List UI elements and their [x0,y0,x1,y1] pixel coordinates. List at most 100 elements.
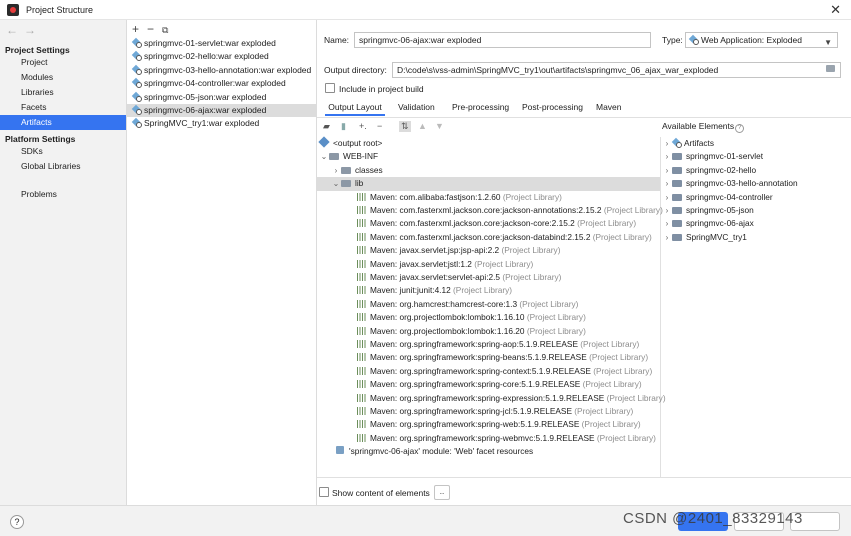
library-row[interactable]: Maven: javax.servlet.jsp:jsp-api:2.2 (Pr… [317,244,660,257]
tree-output-root[interactable]: <output root> [317,136,660,150]
tab-post-processing[interactable]: Post-processing [522,98,583,116]
tree-label: 'springmvc-06-ajax' module: 'Web' facet … [349,446,534,457]
available-element-label: springmvc-04-controller [686,191,773,202]
library-row[interactable]: Maven: org.springframework:spring-aop:5.… [317,338,660,351]
more-options-button[interactable]: .. [434,485,450,500]
chevron-right-icon[interactable]: › [331,164,341,177]
forward-arrow-icon[interactable]: → [24,23,42,37]
nav-item-global-libraries[interactable]: Global Libraries [0,159,126,174]
pack-icon[interactable]: ▮ [341,121,346,132]
chevron-right-icon[interactable]: › [662,231,672,244]
library-row[interactable]: Maven: org.springframework:spring-web:5.… [317,418,660,431]
artifact-item[interactable]: springmvc-01-servlet:war exploded [127,37,316,50]
available-module-node[interactable]: › springmvc-02-hello [662,164,851,177]
available-module-node[interactable]: › springmvc-05-json [662,204,851,217]
library-scope: (Project Library) [501,245,561,256]
output-directory-value: D:\code\s\vss-admin\SpringMVC_try1\out\a… [397,65,719,75]
available-module-node[interactable]: › SpringMVC_try1 [662,231,851,244]
library-row[interactable]: Maven: com.fasterxml.jackson.core:jackso… [317,217,660,230]
tab-pre-processing[interactable]: Pre-processing [452,98,509,116]
tree-facet-resources[interactable]: 'springmvc-06-ajax' module: 'Web' facet … [317,445,660,458]
available-module-node[interactable]: › springmvc-01-servlet [662,150,851,163]
library-row[interactable]: Maven: org.springframework:spring-beans:… [317,351,660,364]
name-input[interactable]: springmvc-06-ajax:war exploded [354,32,651,48]
library-row[interactable]: Maven: org.springframework:spring-webmvc… [317,432,660,445]
remove-element-icon[interactable]: − [377,121,382,131]
artifact-item[interactable]: springmvc-05-json:war exploded [127,91,316,104]
library-row[interactable]: Maven: org.springframework:spring-jcl:5.… [317,405,660,418]
artifact-item-selected[interactable]: springmvc-06-ajax:war exploded [127,104,316,118]
chevron-right-icon[interactable]: › [662,191,672,204]
include-in-build-checkbox[interactable] [325,83,335,93]
library-row[interactable]: Maven: com.fasterxml.jackson.core:jackso… [317,231,660,244]
chevron-right-icon[interactable]: › [662,204,672,217]
folder-browse-icon[interactable] [826,65,835,72]
create-directory-icon[interactable]: ▰ [323,121,330,132]
tab-maven[interactable]: Maven [596,98,622,116]
chevron-right-icon[interactable]: › [662,150,672,163]
move-down-icon[interactable]: ▼ [435,121,444,131]
add-copy-of-icon[interactable]: +. [359,121,367,131]
back-forward-arrows[interactable]: ←→ [6,23,42,37]
library-row[interactable]: Maven: org.hamcrest:hamcrest-core:1.3 (P… [317,298,660,311]
move-up-icon[interactable]: ▲ [418,121,427,131]
sort-icon[interactable]: ⇅ [399,121,411,132]
chevron-down-icon[interactable]: ⌄ [319,150,329,163]
nav-item-libraries[interactable]: Libraries [0,85,126,100]
chevron-right-icon[interactable]: › [662,217,672,230]
artifact-icon [132,105,142,115]
library-row[interactable]: Maven: org.projectlombok:lombok:1.16.10 … [317,311,660,324]
tree-web-inf[interactable]: ⌄ WEB-INF [317,150,660,163]
tab-validation[interactable]: Validation [398,98,435,116]
remove-icon[interactable]: − [147,22,154,36]
output-directory-input[interactable]: D:\code\s\vss-admin\SpringMVC_try1\out\a… [392,62,841,78]
artifact-label: springmvc-06-ajax:war exploded [144,105,267,115]
type-select[interactable]: Web Application: Exploded ▼ [685,32,838,48]
chevron-right-icon[interactable]: › [662,164,672,177]
help-button[interactable]: ? [10,515,24,529]
available-module-node[interactable]: › springmvc-06-ajax [662,217,851,230]
tab-output-layout[interactable]: Output Layout [325,98,385,116]
library-scope: (Project Library) [526,325,586,336]
library-row[interactable]: Maven: com.alibaba:fastjson:1.2.60 (Proj… [317,191,660,204]
artifact-item[interactable]: SpringMVC_try1:war exploded [127,117,316,130]
csdn-watermark: CSDN @2401_83329143 [623,510,803,527]
show-content-checkbox[interactable] [319,487,329,497]
artifact-label: springmvc-02-hello:war exploded [144,51,269,62]
nav-item-sdks[interactable]: SDKs [0,144,126,159]
nav-item-facets[interactable]: Facets [0,100,126,115]
library-name: Maven: junit:junit:4.12 [370,285,451,296]
available-element-label: springmvc-02-hello [686,164,757,175]
close-icon[interactable]: ✕ [830,2,841,18]
chevron-right-icon[interactable]: › [662,137,672,150]
nav-item-artifacts[interactable]: Artifacts [0,115,126,130]
artifact-item[interactable]: springmvc-03-hello-annotation:war explod… [127,64,316,77]
chevron-right-icon[interactable]: › [662,177,672,190]
available-module-node[interactable]: › springmvc-04-controller [662,191,851,204]
tree-classes[interactable]: › classes [317,164,660,177]
library-row[interactable]: Maven: javax.servlet:jstl:1.2 (Project L… [317,258,660,271]
library-row[interactable]: Maven: org.springframework:spring-contex… [317,365,660,378]
nav-item-project[interactable]: Project [0,55,126,70]
artifact-label: SpringMVC_try1:war exploded [144,118,260,129]
nav-item-modules[interactable]: Modules [0,70,126,85]
available-artifacts-node[interactable]: › Artifacts [662,137,851,150]
library-row[interactable]: Maven: javax.servlet:servlet-api:2.5 (Pr… [317,271,660,284]
nav-item-problems[interactable]: Problems [0,187,126,202]
help-icon[interactable]: ? [735,124,745,133]
available-module-node[interactable]: › springmvc-03-hello-annotation [662,177,851,190]
library-icon [357,232,367,241]
library-row[interactable]: Maven: junit:junit:4.12 (Project Library… [317,284,660,297]
library-row[interactable]: Maven: org.springframework:spring-expres… [317,392,666,405]
back-arrow-icon[interactable]: ← [6,23,24,37]
artifact-item[interactable]: springmvc-04-controller:war exploded [127,77,316,90]
library-row[interactable]: Maven: org.springframework:spring-core:5… [317,378,660,391]
tree-lib[interactable]: ⌄ lib [317,177,660,191]
library-row[interactable]: Maven: com.fasterxml.jackson.core:jackso… [317,204,663,217]
library-name: Maven: org.springframework:spring-webmvc… [370,432,595,443]
chevron-down-icon[interactable]: ⌄ [331,177,341,190]
add-icon[interactable]: + [132,22,139,36]
artifact-item[interactable]: springmvc-02-hello:war exploded [127,50,316,63]
copy-icon[interactable]: ⧉ [162,25,168,35]
library-row[interactable]: Maven: org.projectlombok:lombok:1.16.20 … [317,325,660,338]
